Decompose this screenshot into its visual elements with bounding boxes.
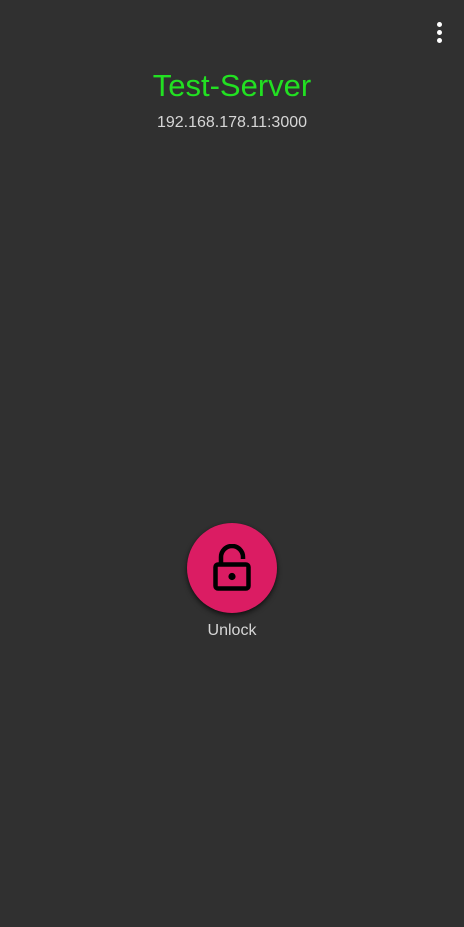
menu-dot — [436, 29, 442, 35]
menu-dot — [436, 21, 442, 27]
unlock-button[interactable] — [187, 523, 277, 613]
unlock-label: Unlock — [207, 622, 257, 639]
server-address: 192.168.178.11:3000 — [156, 114, 308, 131]
menu-dot — [436, 37, 442, 43]
lock-open-icon — [213, 544, 251, 591]
more-vert-icon[interactable] — [425, 17, 453, 47]
server-title: Test-Server — [152, 68, 312, 103]
